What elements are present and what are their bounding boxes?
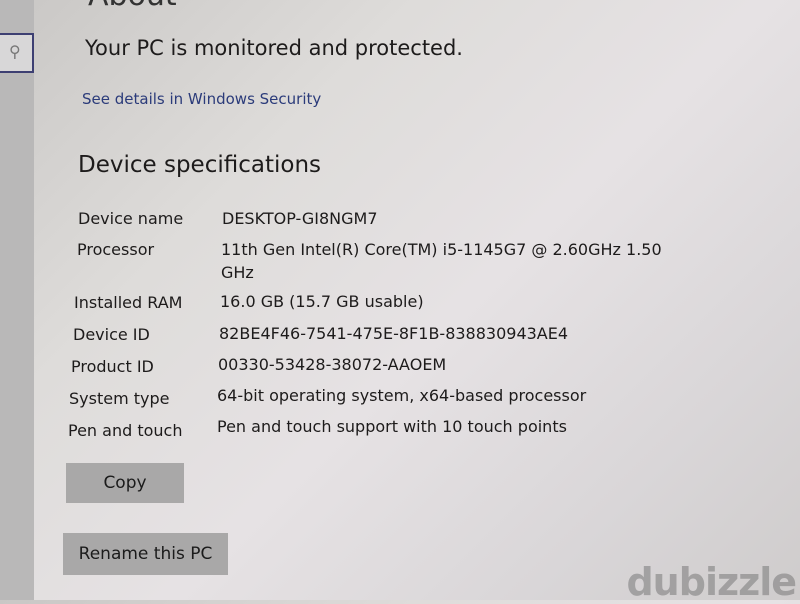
spec-value-system-type: 64-bit operating system, x64-based proce… [217,386,587,405]
spec-label-ram: Installed RAM [74,293,183,312]
device-specifications-heading: Device specifications [78,152,322,178]
spec-value-device-id: 82BE4F46-7541-475E-8F1B-838830943AE4 [219,324,569,343]
dubizzle-watermark: dubizzle [626,560,797,604]
spec-value-processor-cont: GHz [221,263,254,282]
spec-label-device-id: Device ID [73,325,150,344]
protection-status: Your PC is monitored and protected. [85,36,463,60]
search-icon: ⚲ [9,42,21,61]
spec-value-pen-touch: Pen and touch support with 10 touch poin… [217,417,567,436]
copy-button[interactable]: Copy [66,463,184,503]
search-box[interactable]: ⚲ [0,33,34,73]
spec-label-system-type: System type [69,389,170,408]
sidebar [0,0,34,600]
page-title: About [88,0,177,13]
spec-value-processor: 11th Gen Intel(R) Core(TM) i5-1145G7 @ 2… [221,240,662,259]
windows-security-link[interactable]: See details in Windows Security [82,90,321,108]
spec-label-device-name: Device name [78,209,184,228]
spec-label-product-id: Product ID [71,357,154,376]
rename-pc-button[interactable]: Rename this PC [63,533,228,575]
spec-value-ram: 16.0 GB (15.7 GB usable) [220,292,424,311]
spec-label-processor: Processor [77,240,155,259]
spec-value-product-id: 00330-53428-38072-AAOEM [218,355,447,374]
spec-label-pen-touch: Pen and touch [68,421,183,440]
spec-value-device-name: DESKTOP-GI8NGM7 [222,209,378,228]
